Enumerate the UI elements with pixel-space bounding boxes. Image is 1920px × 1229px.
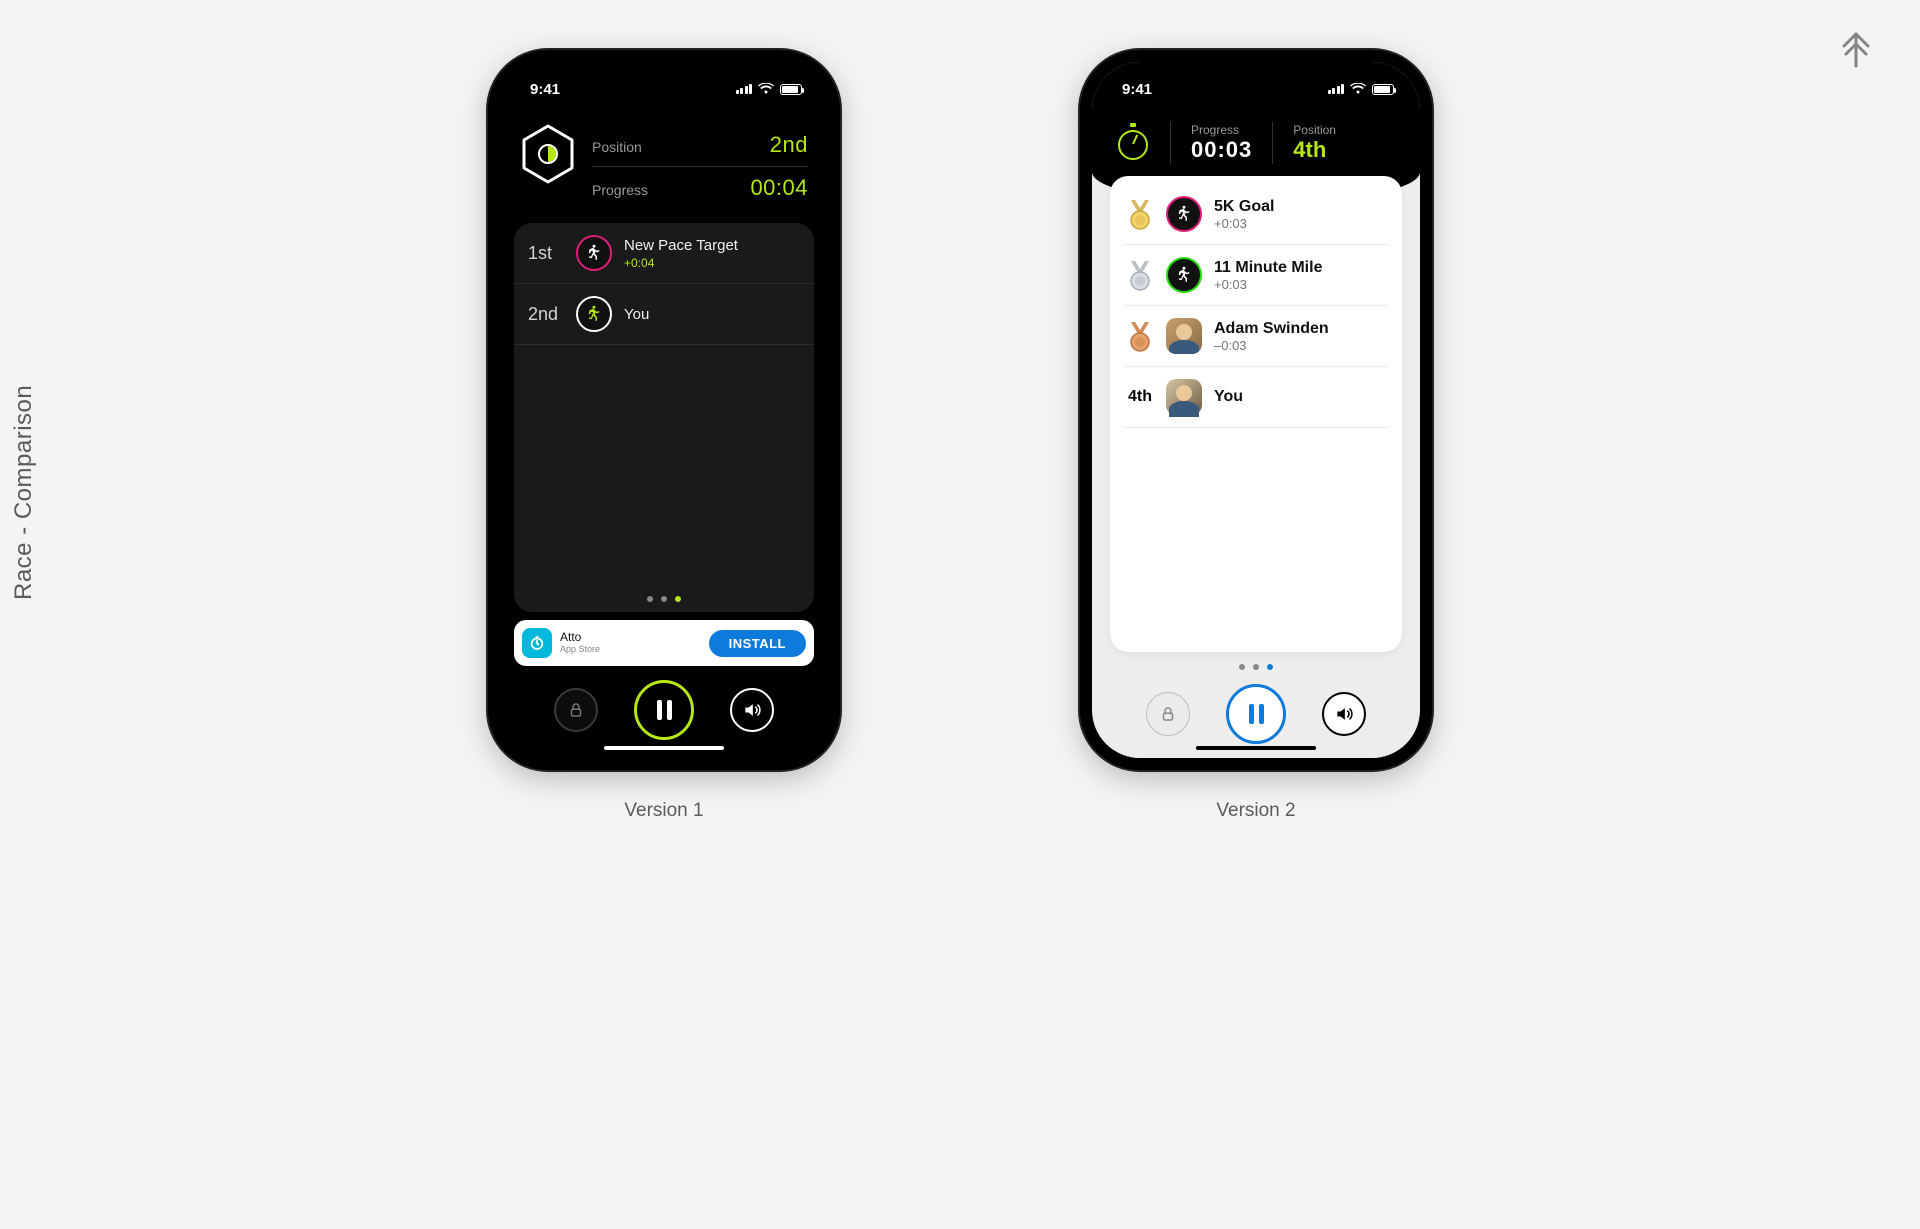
dynamic-island: [611, 66, 717, 98]
page-title: Race - Comparison: [10, 385, 38, 600]
version-1-column: 9:41 Position 2nd: [488, 50, 840, 822]
wifi-icon: [1350, 83, 1366, 95]
home-indicator[interactable]: [604, 746, 724, 750]
position-label: Position: [1293, 123, 1336, 137]
page-dots[interactable]: [514, 586, 814, 612]
racer-rank: 1st: [528, 243, 564, 264]
progress-block: Progress 00:03: [1191, 123, 1252, 163]
racer-list-card: 1st New Pace Target +0:04 2nd: [514, 223, 814, 612]
racer-diff: +0:03: [1214, 277, 1322, 292]
racer-row[interactable]: 5K Goal +0:03: [1124, 184, 1388, 245]
audio-button[interactable]: [730, 688, 774, 732]
position-value: 2nd: [770, 132, 808, 158]
race-header: Position 2nd Progress 00:04: [500, 116, 828, 223]
racer-rank: 2nd: [528, 304, 564, 325]
avatar-self: [1166, 379, 1202, 415]
stopwatch-icon: [1116, 126, 1150, 160]
ad-banner[interactable]: ⓘ Atto App Store INSTALL: [514, 620, 814, 666]
racer-row[interactable]: 11 Minute Mile +0:03: [1124, 245, 1388, 306]
racer-row[interactable]: 1st New Pace Target +0:04: [514, 223, 814, 284]
ad-title: Atto: [560, 631, 701, 644]
phone-frame-v2: 9:41 Progress: [1080, 50, 1432, 770]
avatar-self-icon: [576, 296, 612, 332]
racer-name: You: [1214, 388, 1243, 406]
progress-label: Progress: [1191, 123, 1252, 137]
ad-app-icon: [522, 628, 552, 658]
pause-icon: [657, 700, 672, 720]
position-block: Position 4th: [1293, 123, 1336, 163]
wifi-icon: [758, 83, 774, 95]
racer-list-card: 5K Goal +0:03 11 Minute Mile: [1110, 176, 1402, 652]
playback-controls: [500, 666, 828, 758]
bronze-medal-icon: [1126, 319, 1154, 353]
position-value: 4th: [1293, 137, 1336, 163]
progress-label: Progress: [592, 182, 648, 198]
progress-value: 00:04: [750, 175, 808, 201]
page-dots[interactable]: [1092, 652, 1420, 676]
back-to-top-icon: [1832, 24, 1880, 72]
phone-frame-v1: 9:41 Position 2nd: [488, 50, 840, 770]
racer-name: 11 Minute Mile: [1214, 259, 1322, 277]
caption-v1: Version 1: [624, 800, 703, 822]
racer-row[interactable]: 4th You: [1124, 367, 1388, 428]
racer-diff: –0:03: [1214, 338, 1329, 353]
home-indicator[interactable]: [1196, 746, 1316, 750]
pause-button[interactable]: [1226, 684, 1286, 744]
racer-name: You: [624, 306, 649, 323]
avatar-target-icon: [1166, 257, 1202, 293]
silver-medal-icon: [1126, 258, 1154, 292]
audio-button[interactable]: [1322, 692, 1366, 736]
progress-row: Progress 00:04: [592, 167, 808, 209]
version-2-column: 9:41 Progress: [1080, 50, 1432, 822]
avatar-target-icon: [576, 235, 612, 271]
racer-diff: +0:03: [1214, 216, 1274, 231]
battery-icon: [1372, 84, 1394, 95]
racer-rank: 4th: [1126, 388, 1154, 406]
race-header: Progress 00:03 Position 4th: [1092, 116, 1420, 164]
position-label: Position: [592, 139, 642, 155]
dynamic-island: [1203, 66, 1309, 98]
lock-button[interactable]: [554, 688, 598, 732]
cellular-icon: [736, 84, 753, 94]
status-time: 9:41: [1122, 81, 1152, 98]
lock-button[interactable]: [1146, 692, 1190, 736]
racer-name: New Pace Target: [624, 237, 738, 254]
racer-diff: +0:04: [624, 256, 738, 270]
racer-row[interactable]: Adam Swinden –0:03: [1124, 306, 1388, 367]
progress-value: 00:03: [1191, 137, 1252, 163]
ad-info-icon[interactable]: ⓘ: [500, 62, 504, 69]
gold-medal-icon: [1126, 197, 1154, 231]
caption-v2: Version 2: [1216, 800, 1295, 822]
cellular-icon: [1328, 84, 1345, 94]
racer-row[interactable]: 2nd You: [514, 284, 814, 345]
avatar-photo: [1166, 318, 1202, 354]
pause-button[interactable]: [634, 680, 694, 740]
activity-badge-icon: [520, 124, 576, 184]
install-button[interactable]: INSTALL: [709, 630, 806, 657]
avatar-target-icon: [1166, 196, 1202, 232]
battery-icon: [780, 84, 802, 95]
pause-icon: [1249, 704, 1264, 724]
status-time: 9:41: [530, 81, 560, 98]
racer-name: 5K Goal: [1214, 198, 1274, 216]
position-row: Position 2nd: [592, 124, 808, 167]
racer-name: Adam Swinden: [1214, 320, 1329, 338]
ad-subtitle: App Store: [560, 645, 701, 655]
